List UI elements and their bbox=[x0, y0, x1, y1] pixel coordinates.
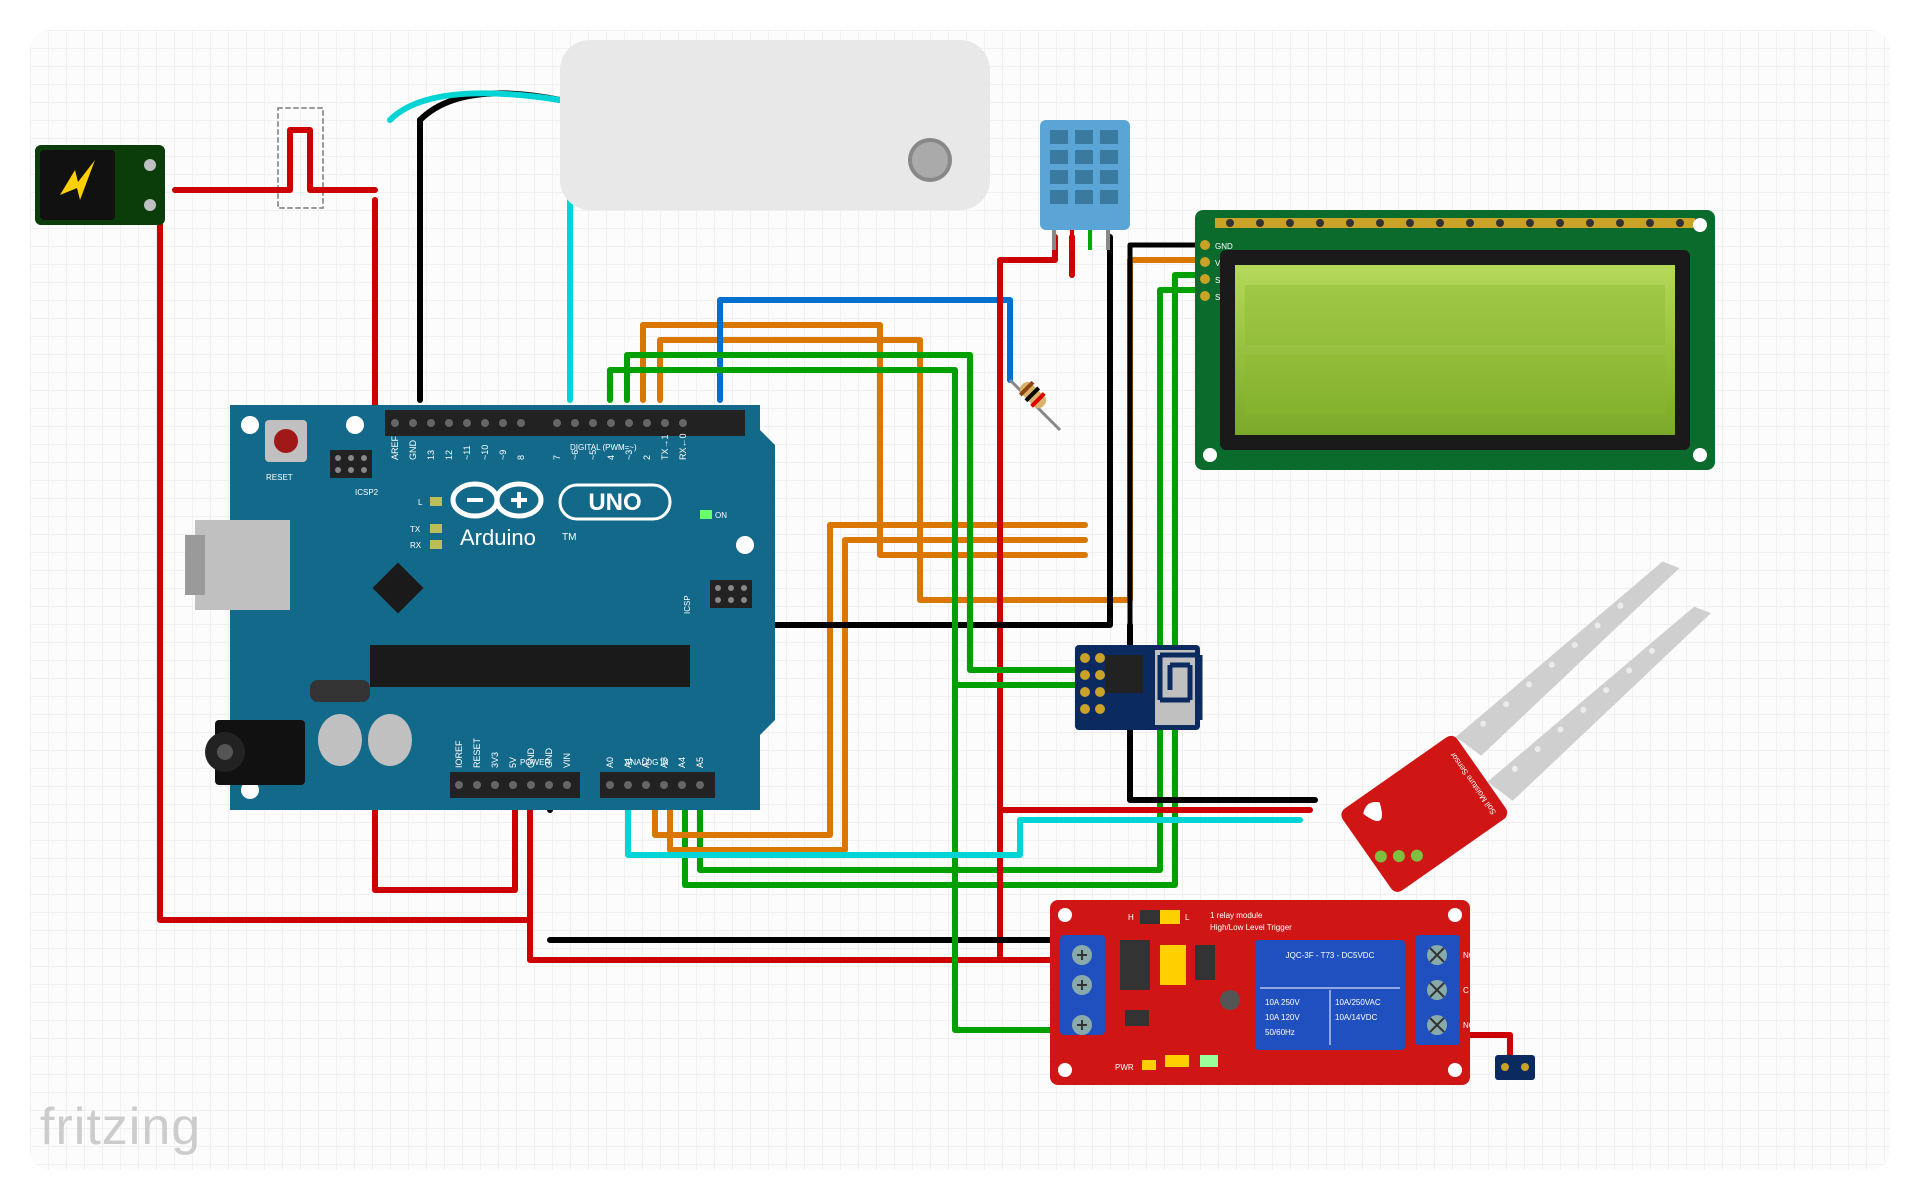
svg-text:A1: A1 bbox=[623, 757, 633, 768]
relay-title2: High/Low Level Trigger bbox=[1210, 923, 1292, 932]
svg-text:RX: RX bbox=[410, 541, 422, 550]
svg-text:2: 2 bbox=[642, 455, 652, 460]
svg-text:IOREF: IOREF bbox=[454, 740, 464, 768]
svg-text:10A/250VAC: 10A/250VAC bbox=[1335, 998, 1381, 1007]
relay-out-no: NO bbox=[1463, 1021, 1475, 1030]
svg-text:L: L bbox=[418, 498, 423, 507]
relay-module[interactable]: NC C M NO JQC-3F - T73 - DC5VDC 10A 250V… bbox=[1050, 900, 1478, 1085]
svg-text:7: 7 bbox=[552, 455, 562, 460]
svg-text:TM: TM bbox=[562, 532, 576, 543]
svg-text:A3: A3 bbox=[659, 757, 669, 768]
arduino-model: UNO bbox=[588, 489, 641, 516]
svg-text:3V3: 3V3 bbox=[490, 752, 500, 768]
svg-text:10A/14VDC: 10A/14VDC bbox=[1335, 1013, 1377, 1022]
svg-text:RESET: RESET bbox=[472, 737, 482, 768]
svg-text:10A 250V: 10A 250V bbox=[1265, 998, 1300, 1007]
arduino-brand: Arduino bbox=[460, 525, 536, 550]
svg-text:TX→1: TX→1 bbox=[660, 434, 670, 460]
circuit-svg: GND VCC SDA SCL bbox=[0, 0, 1920, 1197]
power-bank[interactable] bbox=[560, 40, 990, 210]
pump-connector[interactable] bbox=[1495, 1055, 1535, 1080]
relay-title1: 1 relay module bbox=[1210, 911, 1263, 920]
svg-text:RX←0: RX←0 bbox=[678, 433, 688, 460]
svg-text:50/60Hz: 50/60Hz bbox=[1265, 1028, 1295, 1037]
lcd-pin-gnd: GND bbox=[1215, 242, 1233, 251]
svg-text:AREF: AREF bbox=[390, 435, 400, 460]
icsp2-label: ICSP2 bbox=[355, 488, 379, 497]
lcd-i2c[interactable]: GND VCC SDA SCL bbox=[1195, 210, 1715, 470]
svg-text:GND: GND bbox=[544, 748, 554, 769]
svg-text:L: L bbox=[1185, 913, 1190, 922]
svg-text:ON: ON bbox=[715, 511, 727, 520]
svg-text:5V: 5V bbox=[508, 757, 518, 768]
soil-moisture-sensor[interactable]: Soil Moisture Sensor bbox=[1327, 556, 1740, 895]
svg-text:GND: GND bbox=[526, 748, 536, 769]
svg-text:~10: ~10 bbox=[480, 445, 490, 460]
svg-text:A0: A0 bbox=[605, 757, 615, 768]
relay-out-nc: NC bbox=[1463, 951, 1475, 960]
arduino-uno[interactable]: RESET ICSP2 ICSP DIGITAL (PWM=~) UNO Ard… bbox=[185, 405, 775, 810]
dc-power-jack[interactable] bbox=[35, 145, 165, 225]
fritzing-watermark: fritzing bbox=[40, 1097, 201, 1157]
dht11-sensor[interactable] bbox=[1040, 120, 1130, 250]
svg-text:8: 8 bbox=[516, 455, 526, 460]
svg-text:A4: A4 bbox=[677, 757, 687, 768]
svg-text:~3: ~3 bbox=[624, 450, 634, 460]
svg-text:~6: ~6 bbox=[570, 450, 580, 460]
svg-text:A2: A2 bbox=[641, 757, 651, 768]
relay-out-c: C M bbox=[1463, 986, 1478, 995]
svg-text:~11: ~11 bbox=[462, 445, 472, 460]
resistor[interactable] bbox=[1010, 379, 1060, 430]
relay-pwr: PWR bbox=[1115, 1063, 1134, 1072]
relay-label: JQC-3F - T73 - DC5VDC bbox=[1286, 951, 1375, 960]
svg-text:H: H bbox=[1128, 913, 1134, 922]
svg-text:A5: A5 bbox=[695, 757, 705, 768]
svg-text:~5: ~5 bbox=[588, 450, 598, 460]
icsp-label: ICSP bbox=[683, 595, 692, 614]
svg-text:13: 13 bbox=[426, 450, 436, 460]
svg-text:12: 12 bbox=[444, 450, 454, 460]
esp8266-module[interactable] bbox=[1075, 645, 1200, 730]
svg-text:GND: GND bbox=[408, 440, 418, 461]
svg-text:10A 120V: 10A 120V bbox=[1265, 1013, 1300, 1022]
svg-text:~9: ~9 bbox=[498, 450, 508, 460]
arduino-reset-label: RESET bbox=[266, 473, 293, 482]
svg-text:TX: TX bbox=[410, 525, 421, 534]
svg-text:4: 4 bbox=[606, 455, 616, 460]
svg-text:VIN: VIN bbox=[562, 753, 572, 768]
